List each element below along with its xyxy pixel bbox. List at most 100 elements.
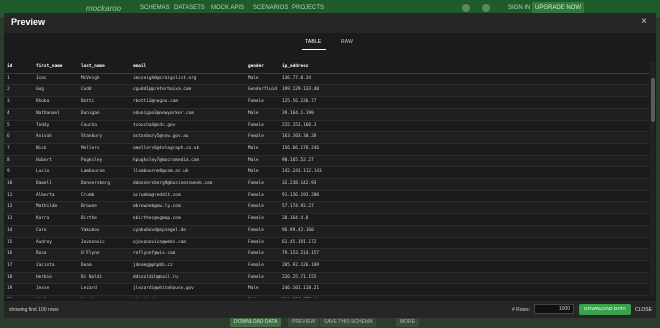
nav-projects[interactable]: PROJECTS <box>292 5 324 11</box>
sign-in-link[interactable]: SIGN IN <box>508 5 530 11</box>
cell-last-name: Lambourne <box>78 166 130 180</box>
cell-id: 1 <box>4 73 33 86</box>
cell-gender: Female <box>245 201 279 215</box>
cell-email: jdeamg@phpbb.cz <box>130 260 245 273</box>
cell-last-name: Lezard <box>78 283 130 297</box>
cell-id: 15 <box>4 237 33 250</box>
app-save-schema-button[interactable]: SAVE THIS SCHEMA <box>320 317 377 327</box>
cell-email: ajovanovice@webs.com <box>130 237 245 250</box>
cell-first-name: Karra <box>33 213 78 226</box>
cell-ip-address: 136.77.0.34 <box>279 73 649 86</box>
table-row: 18 Herbie Di Noldi ddinoldih@mail.ru Female 2… <box>4 272 649 285</box>
app-preview-button[interactable]: PREVIEW <box>288 317 320 327</box>
table-row: 5 Teddy Coucha tcoucha4@cdc.gov Female 215.15… <box>4 120 649 133</box>
column-header-id: id <box>4 62 33 74</box>
cell-ip-address: 96.99.42.160 <box>279 225 649 238</box>
cell-first-name: Mathilde <box>33 201 78 215</box>
cell-first-name: Audrey <box>33 237 78 250</box>
cell-gender: Male <box>245 143 279 156</box>
nav-scenarios[interactable]: SCENARIOS <box>253 5 288 11</box>
table-row: 20KielKeediekkeediej@wsw.gov.auMale204.1… <box>4 295 649 298</box>
cell-id: 3 <box>4 96 33 109</box>
cell-last-name: McVeigh <box>78 73 130 86</box>
close-icon[interactable]: × <box>638 16 650 28</box>
modal-footer: showing first 100 rows # Rows: DOWNLOAD … <box>4 301 656 318</box>
cell-first-name: Jacinta <box>33 260 78 273</box>
cell-email: nmellers6@telegraph.co.uk <box>130 143 245 156</box>
cell-ip-address: 91.136.193.200 <box>279 190 649 203</box>
view-tabs: TABLE RAW <box>4 37 656 51</box>
cell-id: 12 <box>4 201 33 215</box>
cell-gender: Female <box>245 96 279 109</box>
cell-gender: Male <box>245 73 279 86</box>
table-row: 6 Avivah Stanbury astanbury5@nsw.gov.au Fema… <box>4 131 649 144</box>
cell-email: roflynnf@wix.com <box>130 248 245 261</box>
cell-last-name: Birthe <box>78 213 130 226</box>
download-data-button[interactable]: DOWNLOAD DATA <box>579 304 631 315</box>
nav-schemas[interactable]: SCHEMAS <box>140 5 170 11</box>
cell-first-name: Lucio <box>33 166 78 180</box>
cell-ip-address: 204.138.173.4 <box>279 295 649 298</box>
modal-header: Preview × <box>4 13 656 33</box>
cell-ip-address: 79.153.214.157 <box>279 248 649 261</box>
cell-last-name: Donnersberg <box>78 178 130 191</box>
cell-first-name: Nick <box>33 143 78 156</box>
cell-email: hpugksley7@macromedia.com <box>130 155 245 168</box>
table-row: 7 Nick Mellers nmellers6@telegraph.co.uk Mal… <box>4 143 649 156</box>
table-scrollbar-thumb[interactable] <box>651 78 655 122</box>
cell-ip-address: 39.164.1.190 <box>279 108 649 121</box>
close-button[interactable]: CLOSE <box>635 307 652 313</box>
cell-email: llambourne8@cam.ac.uk <box>130 166 245 180</box>
cell-gender: Male <box>245 295 279 298</box>
help-icon[interactable] <box>482 4 490 12</box>
cell-gender: Female <box>245 213 279 226</box>
cell-ip-address: 205.92.126.109 <box>279 260 649 273</box>
cell-email: acrumba@reddit.com <box>130 190 245 203</box>
app-logo[interactable]: mockaroo <box>86 4 121 13</box>
nav-datasets[interactable]: DATASETS <box>174 5 205 11</box>
cell-last-name: Mellers <box>78 143 130 156</box>
cell-first-name: Isac <box>33 73 78 86</box>
rows-label: # Rows: <box>512 307 531 313</box>
cell-ip-address: 156.66.178.246 <box>279 143 649 156</box>
cell-last-name: Stanbury <box>78 131 130 144</box>
modal-title: Preview <box>11 17 46 27</box>
tab-table[interactable]: TABLE <box>305 39 321 45</box>
app-download-data-button[interactable]: DOWNLOAD DATA <box>230 317 282 327</box>
preview-modal: Preview × TABLE RAW id first_name last_n… <box>4 13 656 318</box>
tab-raw[interactable]: RAW <box>341 39 353 45</box>
cell-ip-address: 61.45.191.172 <box>279 237 649 250</box>
cell-id: 19 <box>4 283 33 297</box>
nav-mock-apis[interactable]: MOCK APIS <box>211 5 244 11</box>
cell-gender: Female <box>245 131 279 144</box>
table-row: 2 Gog Cudd cgudd1@preterhaixa.com Genderflui… <box>4 84 649 98</box>
app-more-button[interactable]: MORE <box>396 317 419 327</box>
table-row: 3 Rhoba Botti rbotti2@nogou.com Female 125.56… <box>4 96 649 109</box>
cell-gender: Male <box>245 155 279 168</box>
cell-first-name: Teddy <box>33 120 78 133</box>
cell-gender: Male <box>245 283 279 297</box>
cell-gender: Female <box>245 260 279 273</box>
cell-last-name: Dunigan <box>78 108 130 121</box>
table-row: 19 Jesse Lezard jlezardi@whitehouse.gov Male… <box>4 283 649 297</box>
github-icon[interactable] <box>462 4 470 12</box>
table-row: 8 Hubert Pugksley hpugksley7@macromedia.com… <box>4 155 649 168</box>
column-header-gender: gender <box>245 62 279 74</box>
rows-input[interactable] <box>534 304 574 314</box>
cell-first-name: Rhoba <box>33 96 78 109</box>
preview-table-container[interactable]: id first_name last_name email gender ip_… <box>4 62 649 298</box>
cell-email: kkeediej@wsw.gov.au <box>130 295 245 298</box>
cell-id: 4 <box>4 108 33 121</box>
cell-gender: Female <box>245 190 279 203</box>
cell-id: 2 <box>4 84 33 98</box>
cell-first-name: Hubert <box>33 155 78 168</box>
cell-ip-address: 142.243.112.143 <box>279 166 649 180</box>
cell-gender: Female <box>245 178 279 191</box>
cell-ip-address: 57.174.92.27 <box>279 201 649 215</box>
cell-id: 7 <box>4 143 33 156</box>
cell-first-name: Avivah <box>33 131 78 144</box>
cell-gender: Male <box>245 108 279 121</box>
cell-id: 13 <box>4 213 33 226</box>
cell-ip-address: 226.25.71.155 <box>279 272 649 285</box>
preview-table: id first_name last_name email gender ip_… <box>4 62 649 298</box>
